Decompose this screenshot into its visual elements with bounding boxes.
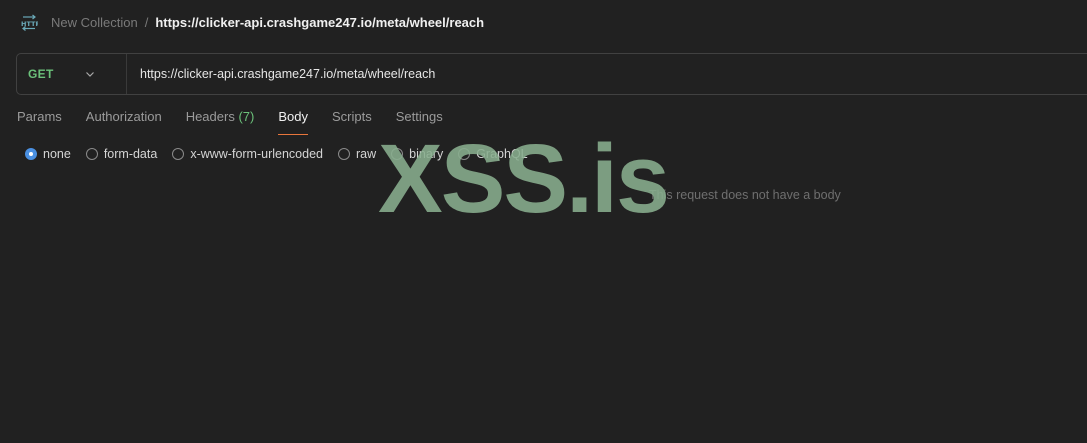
radio-icon[interactable] bbox=[458, 148, 471, 160]
body-type-binary[interactable]: binary bbox=[391, 147, 443, 161]
radio-icon[interactable] bbox=[391, 148, 404, 160]
body-type-urlencoded-label: x-www-form-urlencoded bbox=[190, 147, 323, 161]
empty-body-message: This request does not have a body bbox=[649, 188, 841, 202]
radio-icon[interactable] bbox=[85, 148, 98, 160]
method-label: GET bbox=[28, 67, 54, 81]
tab-settings[interactable]: Settings bbox=[396, 109, 443, 135]
breadcrumb-separator: / bbox=[144, 14, 149, 30]
body-type-raw[interactable]: raw bbox=[338, 147, 376, 161]
body-type-form-data-label: form-data bbox=[103, 147, 158, 161]
request-editor: HTTP New Collection / https://clicker-ap… bbox=[0, 0, 1087, 443]
body-type-graphql[interactable]: GraphQL bbox=[458, 147, 528, 161]
body-type-graphql-label: GraphQL bbox=[476, 147, 528, 161]
watermark: XSS.is bbox=[378, 124, 670, 233]
body-type-binary-label: binary bbox=[409, 147, 444, 161]
http-request-icon: HTTP bbox=[20, 13, 38, 31]
tab-scripts[interactable]: Scripts bbox=[332, 109, 372, 135]
radio-selected-icon[interactable] bbox=[25, 148, 37, 160]
tab-body[interactable]: Body bbox=[278, 109, 308, 135]
request-tabs: Params Authorization Headers (7) Body Sc… bbox=[17, 109, 467, 135]
tab-headers[interactable]: Headers (7) bbox=[186, 109, 255, 135]
chevron-down-icon bbox=[84, 68, 96, 80]
breadcrumb: HTTP New Collection / https://clicker-ap… bbox=[20, 12, 484, 32]
radio-icon[interactable] bbox=[172, 148, 185, 160]
breadcrumb-request-name[interactable]: https://clicker-api.crashgame247.io/meta… bbox=[155, 15, 484, 30]
tab-authorization[interactable]: Authorization bbox=[86, 109, 162, 135]
breadcrumb-collection[interactable]: New Collection bbox=[51, 15, 138, 30]
body-type-raw-label: raw bbox=[356, 147, 377, 161]
tab-headers-label: Headers bbox=[185, 109, 235, 124]
body-type-none-label: none bbox=[43, 147, 71, 161]
svg-text:HTTP: HTTP bbox=[21, 20, 38, 28]
method-select[interactable]: GET bbox=[17, 54, 127, 94]
body-type-options: none form-data x-www-form-urlencoded raw… bbox=[25, 146, 543, 162]
url-input[interactable] bbox=[127, 54, 1087, 94]
url-bar: GET bbox=[16, 53, 1087, 95]
tab-params[interactable]: Params bbox=[17, 109, 62, 135]
body-type-none[interactable]: none bbox=[25, 147, 71, 161]
body-type-urlencoded[interactable]: x-www-form-urlencoded bbox=[172, 147, 323, 161]
body-type-form-data[interactable]: form-data bbox=[85, 147, 158, 161]
headers-count-badge: (7) bbox=[238, 109, 255, 124]
radio-icon[interactable] bbox=[338, 148, 350, 160]
